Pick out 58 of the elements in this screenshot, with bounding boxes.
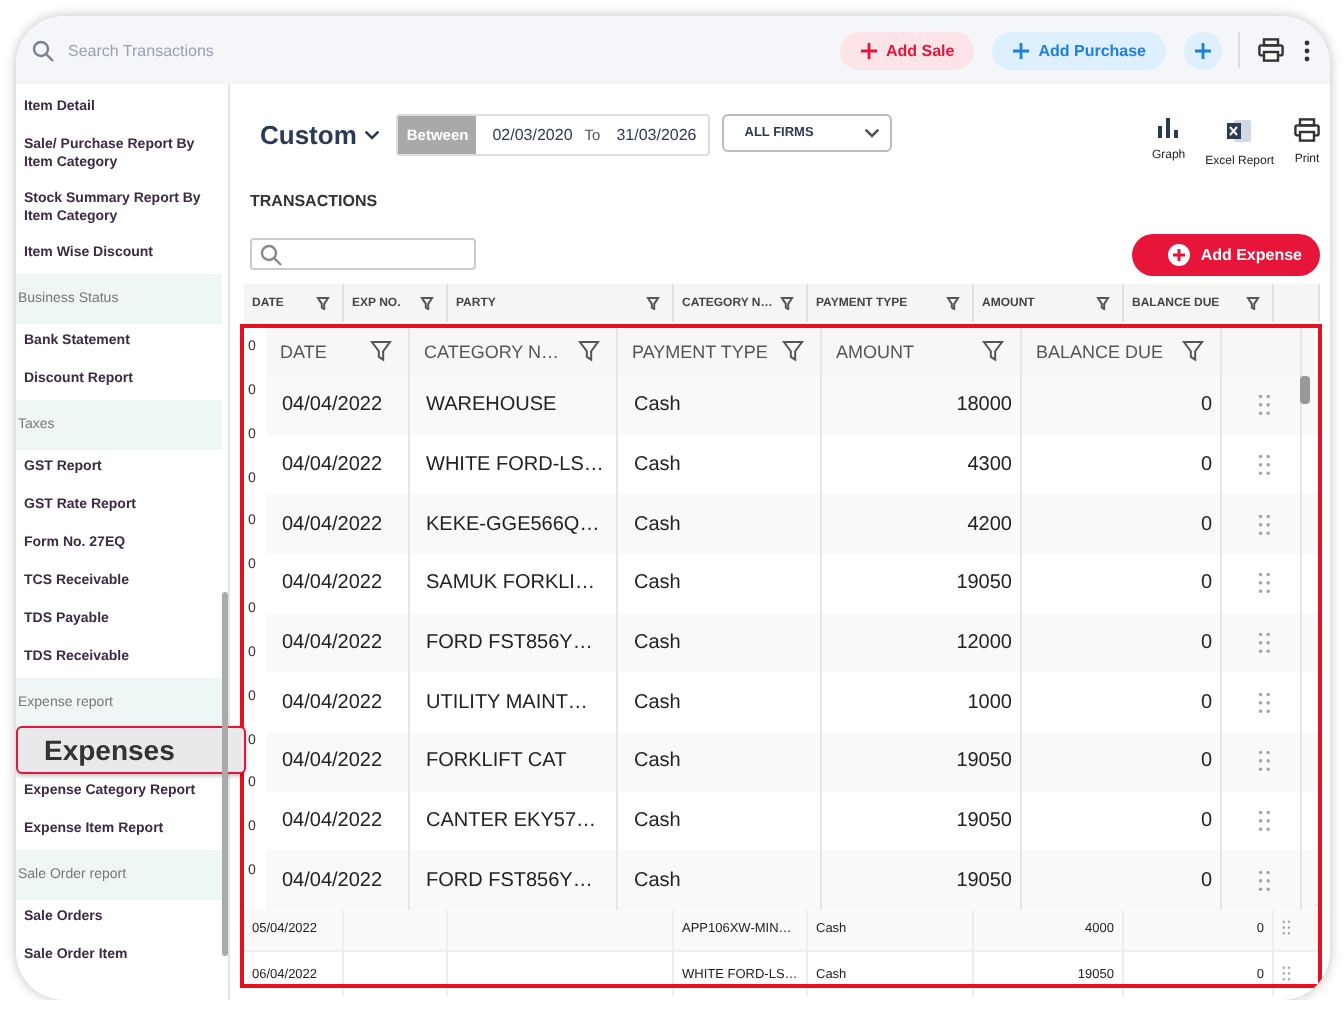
table-cell: 04/04/2022	[282, 394, 383, 417]
table-cell: Cash	[634, 632, 681, 654]
table-cell: 0	[1200, 750, 1212, 773]
search-field[interactable]: Search Transactions	[64, 39, 372, 61]
column-header[interactable]: CATEGORY N…	[424, 341, 560, 362]
period-dropdown[interactable]: Custom	[244, 114, 381, 154]
column-header[interactable]: DATE	[280, 341, 327, 362]
table-cell: 04/04/2022	[282, 691, 383, 714]
add-sale-button[interactable]: Add Sale	[839, 31, 975, 69]
table-cell: FORD FST856Y…	[426, 869, 593, 892]
table-cell: SAMUK FORKLI…	[426, 572, 595, 595]
table-cell: 0	[1200, 810, 1212, 833]
table-cell: 0	[1200, 691, 1212, 714]
column-header[interactable]: BALANCE DUE	[1036, 341, 1164, 362]
table-cell: UTILITY MAINT…	[426, 691, 588, 714]
table-cell: WHITE FORD-LS…	[426, 453, 604, 476]
table-cell: 19050	[956, 572, 1012, 595]
table-cell: 19050	[956, 869, 1012, 892]
table-cell: 04/04/2022	[282, 453, 383, 476]
table-cell: 0	[1200, 632, 1212, 654]
table-cell: 1000	[967, 691, 1012, 714]
table-cell: Cash	[634, 513, 681, 536]
add-expense-button[interactable]: Add Expense	[1132, 233, 1320, 275]
table-cell: FORD FST856Y…	[426, 632, 593, 654]
table-cell: 0	[1200, 394, 1212, 417]
from-date[interactable]: 02/03/2020	[476, 126, 585, 144]
table-cell: Cash	[634, 572, 681, 595]
to-date[interactable]: 31/03/2026	[600, 126, 709, 144]
table-cell: CANTER EKY57…	[426, 810, 597, 833]
table-cell: 12000	[956, 632, 1012, 654]
table-cell: 0	[1200, 453, 1212, 476]
table-cell: Cash	[634, 869, 681, 892]
table-cell: 04/04/2022	[282, 572, 383, 595]
table-cell: Cash	[634, 691, 681, 714]
table-cell: Cash	[634, 810, 681, 833]
table-cell: 04/04/2022	[282, 810, 383, 833]
table-cell: 04/04/2022	[282, 632, 383, 654]
table-cell: 19050	[956, 810, 1012, 833]
table-cell: 0	[1200, 869, 1212, 892]
table-cell: 04/04/2022	[282, 513, 383, 536]
table-cell: Cash	[634, 453, 681, 476]
table-cell: 4300	[967, 453, 1012, 476]
table-cell: Cash	[634, 394, 681, 417]
table-cell: Cash	[634, 750, 681, 773]
table-cell: FORKLIFT CAT	[426, 750, 567, 773]
table-cell: 04/04/2022	[282, 869, 383, 892]
magnified-sidebar-item[interactable]: Expenses	[16, 726, 246, 774]
table-cell: 18000	[956, 394, 1012, 417]
table-cell: 4200	[967, 513, 1012, 536]
table-cell: 19050	[956, 750, 1012, 773]
column-header[interactable]: PAYMENT TYPE	[632, 341, 768, 362]
table-cell: 0	[1200, 572, 1212, 595]
column-header[interactable]: AMOUNT	[836, 341, 914, 362]
table-cell: 04/04/2022	[282, 750, 383, 773]
table-cell: KEKE-GGE566Q…	[426, 513, 600, 536]
table-cell: 0	[1200, 513, 1212, 536]
table-cell: WAREHOUSE	[426, 394, 557, 417]
section-title: TRANSACTIONS	[248, 190, 380, 214]
